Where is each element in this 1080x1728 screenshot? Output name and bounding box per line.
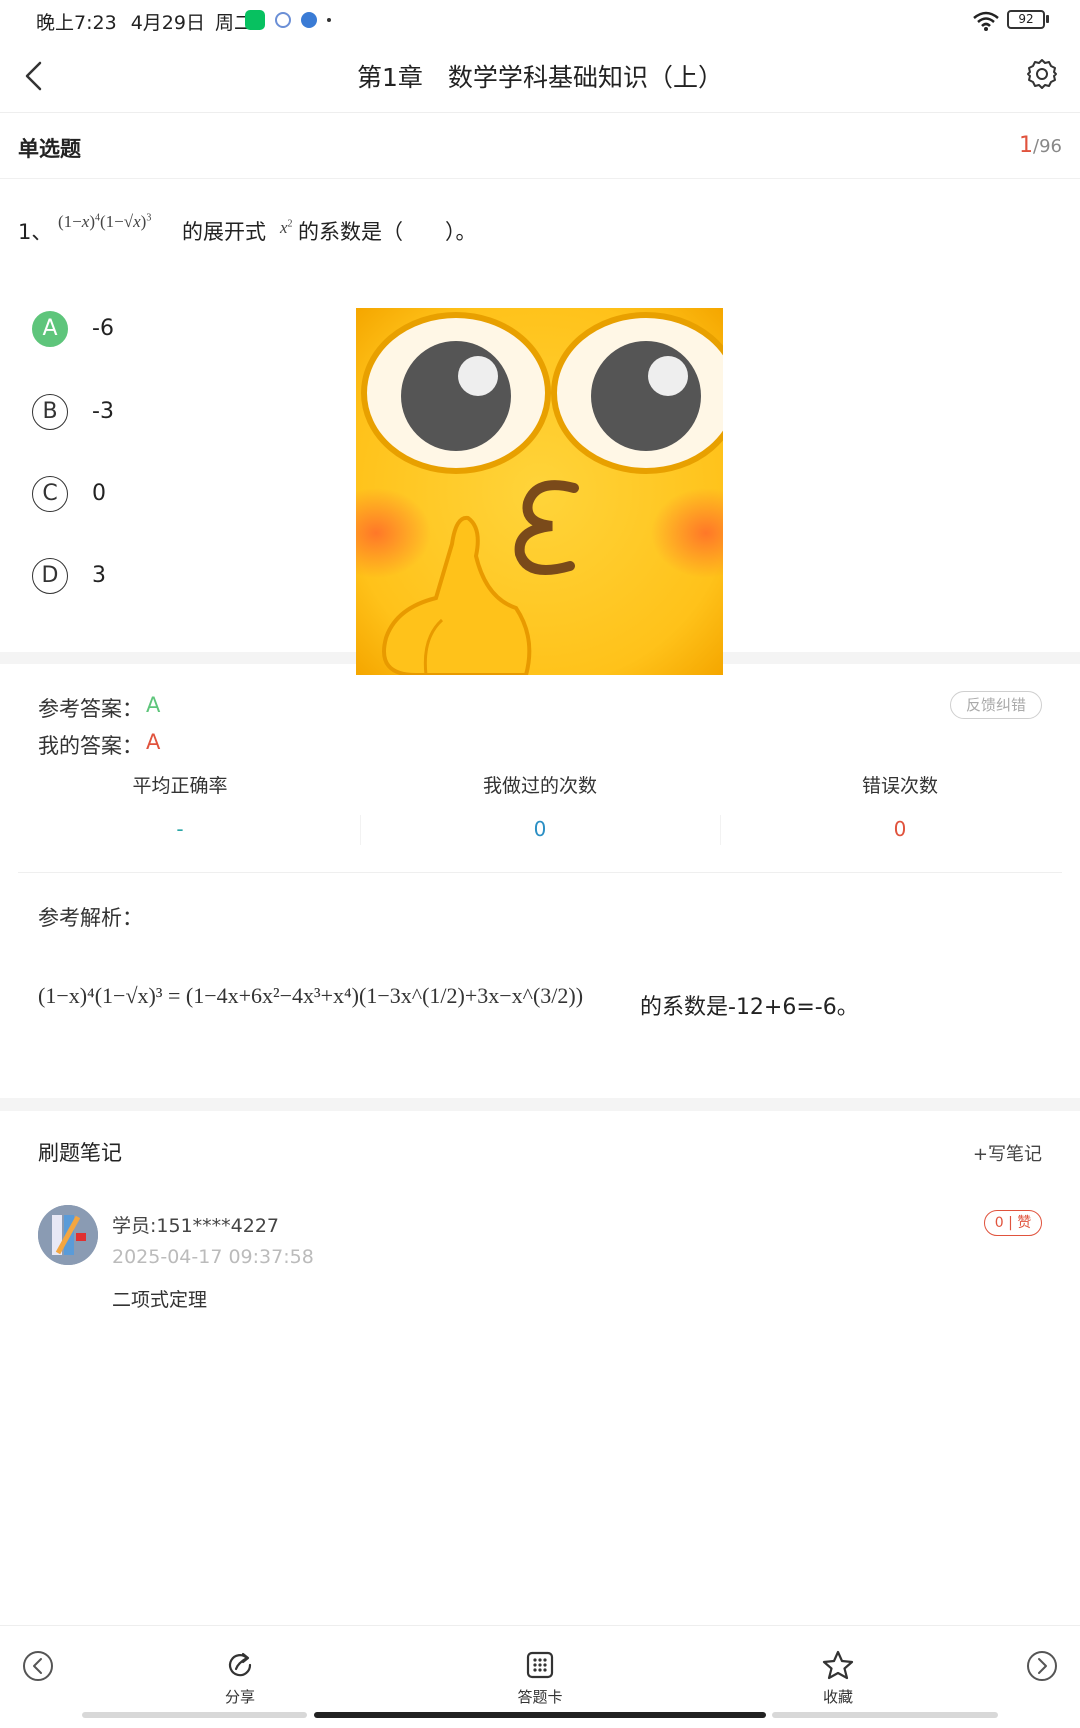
option-text[interactable]: 0 xyxy=(92,481,106,506)
note-username: 学员:151****4227 xyxy=(112,1215,280,1237)
share-button[interactable]: 分享 xyxy=(180,1650,300,1707)
ref-answer-label: 参考答案： xyxy=(38,697,143,721)
question-type: 单选题 xyxy=(18,137,81,161)
divider xyxy=(18,872,1062,873)
option-letter: C xyxy=(32,476,68,512)
divider xyxy=(720,815,721,845)
home-indicator[interactable] xyxy=(314,1712,766,1718)
app-icon xyxy=(301,12,317,28)
scroll-indicator xyxy=(82,1712,307,1718)
my-answer-label: 我的答案： xyxy=(38,734,143,758)
wechat-icon xyxy=(245,10,265,30)
answer-card-button[interactable]: 答题卡 xyxy=(480,1650,600,1707)
favorite-label: 收藏 xyxy=(822,1688,853,1706)
question-text-before: 的展开式 xyxy=(182,220,266,244)
status-time: 晚上7:23 4月29日 周二 xyxy=(36,12,254,34)
section-separator xyxy=(0,1098,1080,1111)
gear-icon[interactable] xyxy=(1026,58,1058,90)
question-number: 1、 xyxy=(18,220,53,244)
note-timestamp: 2025-04-17 09:37:58 xyxy=(112,1246,314,1268)
next-question-icon[interactable] xyxy=(1026,1650,1058,1682)
question-formula: (1−x)4(1−√x)3 xyxy=(58,212,152,231)
option-c[interactable]: C xyxy=(32,476,68,512)
avg-accuracy-value: - xyxy=(176,817,184,841)
write-note-button[interactable]: +写笔记 xyxy=(973,1140,1042,1166)
divider xyxy=(0,1625,1080,1626)
grid-icon xyxy=(526,1651,554,1679)
error-count-label: 错误次数 xyxy=(861,775,938,797)
note-content: 二项式定理 xyxy=(112,1289,208,1311)
share-icon xyxy=(228,1652,252,1677)
question-term: x2 xyxy=(280,218,293,237)
avatar xyxy=(38,1205,98,1265)
answer-card-label: 答题卡 xyxy=(517,1688,563,1706)
question-progress: 1/96 xyxy=(1019,133,1062,158)
feedback-button[interactable]: 反馈纠错 xyxy=(950,691,1042,719)
error-count-value: 0 xyxy=(893,817,907,841)
times-done-label: 我做过的次数 xyxy=(482,775,597,797)
app-icon xyxy=(275,12,291,28)
scroll-indicator xyxy=(772,1712,998,1718)
question-text-after: 的系数是（ ）。 xyxy=(298,220,477,244)
like-button[interactable]: 0 | 赞 xyxy=(984,1210,1042,1236)
times-done-value: 0 xyxy=(533,817,547,841)
option-b[interactable]: B xyxy=(32,394,68,430)
status-icons xyxy=(245,10,331,30)
dot-icon xyxy=(327,18,331,22)
divider xyxy=(360,815,361,845)
option-letter: A xyxy=(32,311,68,347)
page-title: 第1章 数学学科基础知识（上） xyxy=(357,63,723,92)
share-label: 分享 xyxy=(224,1688,255,1706)
star-icon xyxy=(822,1650,854,1680)
wifi-icon xyxy=(973,11,999,31)
option-text[interactable]: -3 xyxy=(92,399,114,424)
notes-title: 刷题笔记 xyxy=(38,1141,122,1165)
option-text[interactable]: -6 xyxy=(92,316,114,341)
option-letter: B xyxy=(32,394,68,430)
option-a[interactable]: A xyxy=(32,311,68,347)
prev-question-icon[interactable] xyxy=(22,1650,54,1682)
avg-accuracy-label: 平均正确率 xyxy=(132,775,228,797)
my-answer-value: A xyxy=(146,730,161,754)
battery-icon: 92 xyxy=(1007,10,1045,29)
emoji-sticker-image xyxy=(356,308,723,675)
divider xyxy=(0,112,1080,113)
analysis-text: 的系数是-12+6=-6。 xyxy=(640,995,859,1020)
divider xyxy=(0,178,1080,179)
option-text[interactable]: 3 xyxy=(92,563,106,588)
option-d[interactable]: D xyxy=(32,558,68,594)
option-letter: D xyxy=(32,558,68,594)
ref-answer-value: A xyxy=(146,693,161,717)
favorite-button[interactable]: 收藏 xyxy=(778,1650,898,1707)
battery-tip xyxy=(1046,15,1049,23)
analysis-formula: (1−x)⁴(1−√x)³ = (1−4x+6x²−4x³+x⁴)(1−3x^(… xyxy=(38,983,584,1008)
analysis-title: 参考解析： xyxy=(38,906,143,930)
